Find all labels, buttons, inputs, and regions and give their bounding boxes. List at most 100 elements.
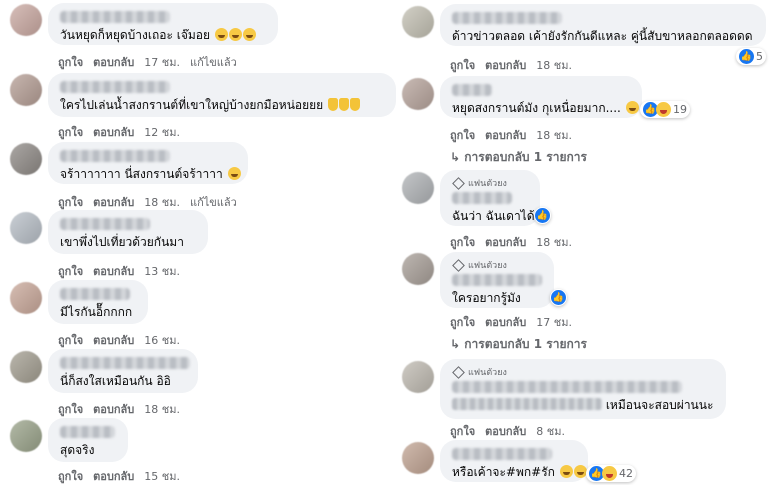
comment-bubble: เขาพึ่งไปเที่ยวด้วยกันมา bbox=[48, 210, 208, 254]
reply-button[interactable]: ตอบกลับ bbox=[485, 233, 526, 251]
reply-button[interactable]: ตอบกลับ bbox=[93, 331, 134, 349]
reaction-count: 42 bbox=[619, 467, 633, 480]
reaction-summary[interactable]: 👍 5 bbox=[736, 48, 766, 65]
avatar[interactable] bbox=[10, 212, 42, 244]
reaction-summary[interactable]: 👍 19 bbox=[640, 101, 690, 118]
reply-button[interactable]: ตอบกลับ bbox=[93, 400, 134, 418]
avatar[interactable] bbox=[402, 361, 434, 393]
commenter-name[interactable] bbox=[60, 218, 150, 230]
commenter-name[interactable] bbox=[60, 426, 115, 438]
comment-actions: ถูกใจ ตอบกลับ 18 ชม. bbox=[450, 56, 572, 74]
reply-button[interactable]: ตอบกลับ bbox=[93, 193, 134, 211]
reaction-summary[interactable]: 👍 42 bbox=[586, 465, 636, 482]
comment-bubble: หรือเค้าจะ#พก#รัก bbox=[440, 440, 588, 482]
like-button[interactable]: ถูกใจ bbox=[58, 262, 83, 280]
timestamp[interactable]: 12 ชม. bbox=[144, 123, 180, 141]
haha-icon bbox=[602, 466, 617, 481]
edited-label: แก้ไขแล้ว bbox=[189, 56, 237, 69]
avatar[interactable] bbox=[10, 351, 42, 383]
comment-bubble: ด้าวข่าวตลอด เค้ายังรักกันดีแหละ คู่นี้ส… bbox=[440, 4, 766, 46]
grin-emoji-icon bbox=[573, 465, 587, 478]
like-icon: 👍 bbox=[535, 208, 550, 223]
commenter-name[interactable] bbox=[60, 150, 170, 162]
reply-button[interactable]: ตอบกลับ bbox=[485, 126, 526, 144]
comment-text: ฉันว่า ฉันเดาได้ bbox=[452, 209, 535, 223]
timestamp[interactable]: 18 ชม. bbox=[536, 56, 572, 74]
timestamp[interactable]: 17 ชม. bbox=[144, 53, 180, 71]
like-button[interactable]: ถูกใจ bbox=[58, 400, 83, 418]
commenter-name[interactable] bbox=[60, 288, 130, 300]
timestamp[interactable]: 13 ชม. bbox=[144, 262, 180, 280]
like-button[interactable]: ถูกใจ bbox=[58, 53, 83, 71]
timestamp[interactable]: 18 ชม. bbox=[144, 193, 180, 211]
avatar[interactable] bbox=[10, 74, 42, 106]
grin-emoji-icon bbox=[559, 465, 573, 478]
like-button[interactable]: ถูกใจ bbox=[450, 233, 475, 251]
like-button[interactable]: ถูกใจ bbox=[58, 123, 83, 141]
reply-button[interactable]: ตอบกลับ bbox=[93, 262, 134, 280]
reply-button[interactable]: ตอบกลับ bbox=[485, 56, 526, 74]
reply-button[interactable]: ตอบกลับ bbox=[93, 53, 134, 71]
commenter-name[interactable] bbox=[60, 81, 170, 93]
like-icon: 👍 bbox=[551, 290, 566, 305]
commenter-name[interactable] bbox=[452, 381, 682, 393]
comment-bubble: หยุดสงกรานต์มัง กุเหนื่อยมาก.... bbox=[440, 76, 642, 118]
reaction-summary[interactable]: 👍 bbox=[550, 289, 567, 306]
comment-text: นี่ก็สงใสเหมือนกัน อิอิ bbox=[60, 374, 171, 388]
reaction-summary[interactable]: 👍 bbox=[534, 207, 551, 224]
timestamp[interactable]: 18 ชม. bbox=[536, 233, 572, 251]
like-button[interactable]: ถูกใจ bbox=[450, 126, 475, 144]
raised-hand-emoji-icon bbox=[350, 98, 361, 111]
commenter-name[interactable] bbox=[452, 274, 542, 286]
reply-button[interactable]: ตอบกลับ bbox=[485, 422, 526, 440]
avatar[interactable] bbox=[10, 420, 42, 452]
comment-actions: ถูกใจ ตอบกลับ 17 ชม. แก้ไขแล้ว bbox=[58, 53, 237, 71]
avatar[interactable] bbox=[402, 172, 434, 204]
timestamp[interactable]: 8 ชม. bbox=[536, 422, 565, 440]
commenter-name[interactable] bbox=[452, 448, 552, 460]
comment-text: หรือเค้าจะ#พก#รัก bbox=[452, 465, 555, 479]
avatar[interactable] bbox=[10, 4, 42, 36]
view-replies-link[interactable]: ↳ การตอบกลับ 1 รายการ bbox=[450, 335, 587, 354]
like-button[interactable]: ถูกใจ bbox=[58, 331, 83, 349]
timestamp[interactable]: 18 ชม. bbox=[144, 400, 180, 418]
like-button[interactable]: ถูกใจ bbox=[58, 467, 83, 485]
reply-button[interactable]: ตอบกลับ bbox=[93, 467, 134, 485]
comment-text: ด้าวข่าวตลอด เค้ายังรักกันดีแหละ คู่นี้ส… bbox=[452, 29, 753, 43]
timestamp[interactable]: 16 ชม. bbox=[144, 331, 180, 349]
comment-text: เหมือนจะสอบผ่านนะ bbox=[605, 398, 714, 412]
commenter-name[interactable] bbox=[60, 11, 170, 23]
avatar[interactable] bbox=[10, 282, 42, 314]
reply-button[interactable]: ตอบกลับ bbox=[485, 313, 526, 331]
reply-button[interactable]: ตอบกลับ bbox=[93, 123, 134, 141]
diamond-icon bbox=[452, 365, 465, 379]
commenter-name[interactable] bbox=[60, 357, 190, 369]
timestamp[interactable]: 18 ชม. bbox=[536, 126, 572, 144]
redacted-text bbox=[452, 398, 602, 410]
fan-badge: แฟนตัวยง bbox=[452, 176, 528, 190]
diamond-icon bbox=[452, 258, 465, 272]
comment-bubble: สุดจริง bbox=[48, 418, 128, 462]
timestamp[interactable]: 17 ชม. bbox=[536, 313, 572, 331]
raised-hand-emoji-icon bbox=[339, 98, 350, 111]
like-button[interactable]: ถูกใจ bbox=[450, 422, 475, 440]
commenter-name[interactable] bbox=[452, 12, 562, 24]
avatar[interactable] bbox=[402, 253, 434, 285]
like-button[interactable]: ถูกใจ bbox=[450, 56, 475, 74]
comment-text: สุดจริง bbox=[60, 443, 95, 457]
fan-badge-label: แฟนตัวยง bbox=[468, 179, 507, 189]
timestamp[interactable]: 15 ชม. bbox=[144, 467, 180, 485]
view-replies-link[interactable]: ↳ การตอบกลับ 1 รายการ bbox=[450, 148, 587, 167]
commenter-name[interactable] bbox=[452, 84, 492, 96]
fan-badge-label: แฟนตัวยง bbox=[468, 368, 507, 378]
avatar[interactable] bbox=[402, 6, 434, 38]
like-button[interactable]: ถูกใจ bbox=[58, 193, 83, 211]
avatar[interactable] bbox=[10, 143, 42, 175]
haha-icon bbox=[656, 102, 671, 117]
comment-actions: ถูกใจ ตอบกลับ 15 ชม. bbox=[58, 467, 180, 485]
avatar[interactable] bbox=[402, 78, 434, 110]
like-button[interactable]: ถูกใจ bbox=[450, 313, 475, 331]
commenter-name[interactable] bbox=[452, 192, 512, 204]
avatar[interactable] bbox=[402, 442, 434, 474]
comment-text: หยุดสงกรานต์มัง กุเหนื่อยมาก.... bbox=[452, 101, 621, 115]
